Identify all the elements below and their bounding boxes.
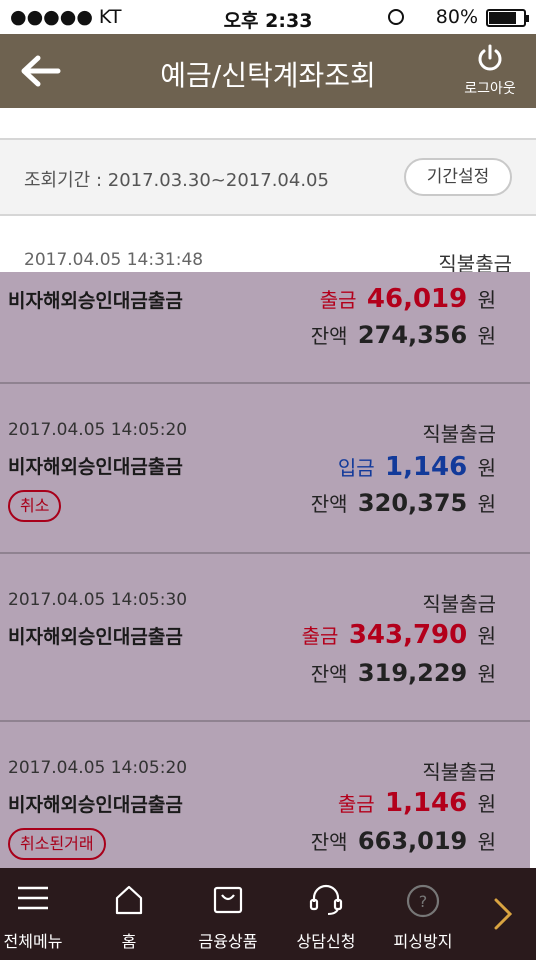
rotation-lock-icon bbox=[388, 9, 404, 25]
tab-label: 홈 bbox=[121, 932, 137, 951]
amount-value: 1,146 bbox=[384, 452, 468, 482]
balance-value: 319,229 bbox=[357, 659, 468, 687]
svg-text:?: ? bbox=[419, 892, 428, 911]
chevron-right-icon[interactable] bbox=[488, 894, 516, 934]
transaction-date: 2017.04.05 14:05:30 bbox=[8, 590, 188, 610]
tab-label: 전체메뉴 bbox=[3, 932, 63, 951]
menu-icon bbox=[18, 886, 48, 910]
transaction-date: 2017.04.05 14:31:48 bbox=[24, 250, 204, 270]
balance-label: 잔액 bbox=[310, 830, 348, 854]
tab-label: 금융상품 bbox=[198, 932, 258, 951]
amount-line: 출금 46,019 원 bbox=[320, 284, 496, 314]
balance-value: 320,375 bbox=[357, 489, 468, 517]
balance-unit: 원 bbox=[477, 830, 496, 854]
question-icon: ? bbox=[406, 884, 440, 918]
tab-phishing-prevention[interactable]: ? 피싱방지 bbox=[382, 868, 464, 960]
amount-line: 출금 343,790 원 bbox=[302, 620, 496, 650]
balance-label: 잔액 bbox=[310, 492, 348, 516]
tab-financial-products[interactable]: 금융상품 bbox=[186, 868, 270, 960]
transaction-description: 비자해외승인대금출금 bbox=[8, 456, 183, 478]
tab-label: 피싱방지 bbox=[393, 932, 453, 951]
amount-unit: 원 bbox=[477, 456, 496, 480]
balance-value: 274,356 bbox=[357, 321, 468, 349]
page-title: 예금/신탁계좌조회 bbox=[160, 59, 376, 92]
transaction-header-first: 2017.04.05 14:31:48 직불출금 bbox=[0, 218, 536, 276]
battery-level bbox=[489, 12, 517, 24]
balance-value: 663,019 bbox=[357, 827, 468, 855]
transaction-description: 비자해외승인대금출금 bbox=[8, 794, 183, 816]
transaction-description: 비자해외승인대금출금 bbox=[8, 290, 183, 312]
amount-kind: 출금 bbox=[319, 288, 357, 312]
tab-all-menu[interactable]: 전체메뉴 bbox=[0, 868, 66, 960]
transaction-type: 직불출금 bbox=[422, 760, 496, 784]
period-label: 조회기간 : 2017.03.30~2017.04.05 bbox=[24, 170, 329, 191]
transaction-description: 비자해외승인대금출금 bbox=[8, 626, 183, 648]
balance-line: 잔액 320,375 원 bbox=[311, 488, 496, 517]
power-icon bbox=[478, 44, 502, 71]
period-bar: 조회기간 : 2017.03.30~2017.04.05 기간설정 bbox=[0, 140, 536, 216]
balance-line: 잔액 663,019 원 bbox=[311, 826, 496, 855]
amount-kind: 출금 bbox=[301, 624, 339, 648]
transaction-row[interactable]: 2017.04.05 14:05:20 직불출금 비자해외승인대금출금 출금 1… bbox=[0, 724, 530, 868]
balance-line: 잔액 274,356 원 bbox=[311, 320, 496, 349]
transaction-date: 2017.04.05 14:05:20 bbox=[8, 758, 188, 778]
transaction-list-overlay: 비자해외승인대금출금 출금 46,019 원 잔액 274,356 원 2017… bbox=[0, 272, 530, 868]
amount-value: 46,019 bbox=[366, 284, 468, 314]
balance-unit: 원 bbox=[477, 492, 496, 516]
logout-label: 로그아웃 bbox=[464, 81, 516, 97]
battery-icon bbox=[486, 9, 529, 27]
balance-line: 잔액 319,229 원 bbox=[311, 658, 496, 687]
balance-label: 잔액 bbox=[310, 662, 348, 686]
amount-line: 출금 1,146 원 bbox=[338, 788, 496, 818]
amount-kind: 입금 bbox=[337, 456, 375, 480]
transaction-row[interactable]: 2017.04.05 14:05:30 직불출금 비자해외승인대금출금 출금 3… bbox=[0, 556, 530, 722]
amount-unit: 원 bbox=[477, 624, 496, 648]
tab-consultation[interactable]: 상담신청 bbox=[284, 868, 368, 960]
amount-unit: 원 bbox=[477, 792, 496, 816]
transaction-type: 직불출금 bbox=[422, 422, 496, 446]
amount-line: 입금 1,146 원 bbox=[338, 452, 496, 482]
battery-percent: 80% bbox=[435, 6, 478, 28]
transaction-row[interactable]: 비자해외승인대금출금 출금 46,019 원 잔액 274,356 원 bbox=[0, 272, 530, 384]
logout-button[interactable]: 로그아웃 bbox=[458, 44, 522, 100]
app-header: 예금/신탁계좌조회 로그아웃 bbox=[0, 34, 536, 108]
amount-unit: 원 bbox=[477, 288, 496, 312]
cancelled-transaction-badge: 취소된거래 bbox=[8, 828, 106, 860]
amount-value: 343,790 bbox=[348, 620, 468, 650]
tab-home[interactable]: 홈 bbox=[94, 868, 164, 960]
home-icon bbox=[115, 885, 143, 915]
balance-unit: 원 bbox=[477, 324, 496, 348]
bottom-tab-bar: 전체메뉴 홈 금융상품 상담신청 ? 피싱방지 bbox=[0, 868, 536, 960]
cancel-badge: 취소 bbox=[8, 490, 62, 522]
period-setting-button[interactable]: 기간설정 bbox=[404, 158, 512, 196]
balance-unit: 원 bbox=[477, 662, 496, 686]
transaction-date: 2017.04.05 14:05:20 bbox=[8, 420, 188, 440]
bag-icon bbox=[213, 886, 243, 914]
transaction-type: 직불출금 bbox=[422, 592, 496, 616]
headset-icon bbox=[309, 884, 343, 915]
tab-label: 상담신청 bbox=[296, 932, 356, 951]
amount-kind: 출금 bbox=[337, 792, 375, 816]
status-bar: ●●●●● KT 오후 2:33 80% bbox=[0, 0, 536, 34]
balance-label: 잔액 bbox=[310, 324, 348, 348]
amount-value: 1,146 bbox=[384, 788, 468, 818]
transaction-row[interactable]: 2017.04.05 14:05:20 직불출금 비자해외승인대금출금 입금 1… bbox=[0, 386, 530, 554]
